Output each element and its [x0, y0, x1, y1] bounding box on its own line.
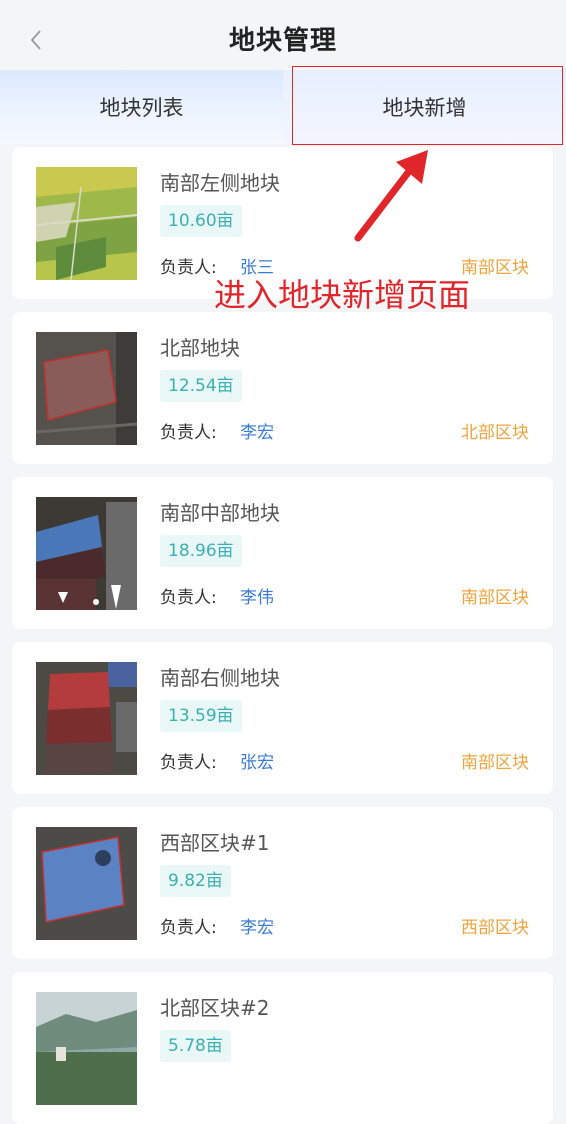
plot-name: 西部区块#1	[160, 831, 270, 855]
plot-thumbnail	[36, 332, 137, 445]
chevron-left-icon	[30, 30, 41, 50]
zone-tag: 西部区块	[461, 918, 529, 938]
zone-tag: 南部区块	[461, 753, 529, 773]
plot-thumbnail	[36, 662, 137, 775]
plot-thumbnail	[36, 167, 137, 280]
owner-name: 张三	[240, 258, 274, 278]
plot-card[interactable]: 西部区块#1 9.82亩 负责人: 李宏 西部区块	[12, 807, 553, 959]
plot-name: 北部区块#2	[160, 996, 270, 1020]
plot-area-badge: 18.96亩	[160, 535, 242, 567]
owner-label: 负责人:	[160, 918, 217, 938]
plot-area-badge: 10.60亩	[160, 205, 242, 237]
owner-label: 负责人:	[160, 753, 217, 773]
plot-area-badge: 5.78亩	[160, 1030, 231, 1062]
zone-tag: 北部区块	[461, 423, 529, 443]
owner-name: 李宏	[240, 918, 274, 938]
plot-card[interactable]: 南部右侧地块 13.59亩 负责人: 张宏 南部区块	[12, 642, 553, 794]
zone-tag: 南部区块	[461, 588, 529, 608]
plot-card[interactable]: 南部中部地块 18.96亩 负责人: 李伟 南部区块	[12, 477, 553, 629]
owner-name: 李宏	[240, 423, 274, 443]
plot-area-badge: 12.54亩	[160, 370, 242, 402]
page-title: 地块管理	[228, 26, 337, 56]
owner-name: 张宏	[240, 753, 274, 773]
plot-name: 南部中部地块	[160, 501, 280, 525]
plot-thumbnail	[36, 992, 137, 1105]
plot-thumbnail	[36, 497, 137, 610]
zone-tag: 南部区块	[461, 258, 529, 278]
plot-card[interactable]: 北部地块 12.54亩 负责人: 李宏 北部区块	[12, 312, 553, 464]
plot-name: 南部左侧地块	[160, 171, 280, 195]
tab-plot-add[interactable]: 地块新增	[283, 70, 566, 144]
tab-bar: 地块列表 地块新增	[0, 70, 566, 144]
plot-area-badge: 9.82亩	[160, 865, 231, 897]
plot-thumbnail	[36, 827, 137, 940]
plot-card[interactable]: 南部左侧地块 10.60亩 负责人: 张三 南部区块	[12, 147, 553, 299]
plot-name: 北部地块	[160, 336, 240, 360]
owner-label: 负责人:	[160, 423, 217, 443]
plot-area-badge: 13.59亩	[160, 700, 242, 732]
plot-name: 南部右侧地块	[160, 666, 280, 690]
owner-name: 李伟	[240, 588, 274, 608]
back-button[interactable]	[18, 24, 54, 56]
owner-label: 负责人:	[160, 258, 217, 278]
tab-plot-list[interactable]: 地块列表	[0, 70, 283, 144]
top-bar: 地块管理	[0, 0, 566, 76]
plot-card[interactable]: 北部区块#2 5.78亩	[12, 972, 553, 1124]
owner-label: 负责人:	[160, 588, 217, 608]
